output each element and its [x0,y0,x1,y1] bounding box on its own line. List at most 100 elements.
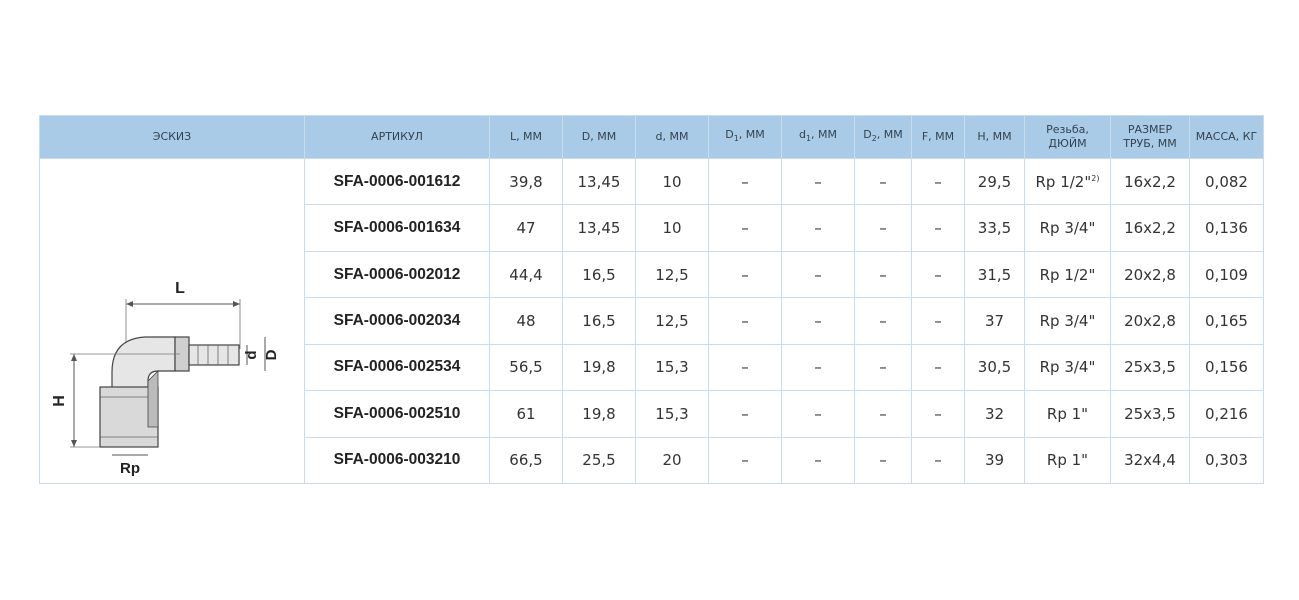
cell-L: 44,4 [489,250,563,299]
cell-article: SFA-0006-001612 [304,157,490,206]
cell-mass: 0,165 [1189,297,1264,345]
cell-mass: 0,082 [1189,157,1264,206]
cell-D2: – [854,297,912,345]
cell-H: 32 [964,390,1025,438]
cell-L: 61 [489,390,563,438]
cell-D1: – [708,297,782,345]
header-sketch: ЭСКИЗ [39,115,305,159]
sketch-label-L: L [175,280,185,297]
cell-H: 37 [964,297,1025,345]
cell-D: 19,8 [562,390,636,438]
header-D1: D1, ММ [708,115,782,159]
cell-d: 20 [635,436,709,485]
cell-D2: – [854,436,912,485]
cell-thread: Rp 1/2" [1024,250,1111,299]
cell-mass: 0,156 [1189,343,1264,392]
cell-article: SFA-0006-002534 [304,343,490,392]
cell-L: 48 [489,297,563,345]
cell-d: 12,5 [635,250,709,299]
cell-F: – [911,204,965,252]
cell-thread: Rp 3/4" [1024,204,1111,252]
cell-F: – [911,436,965,485]
sketch-label-H: H [51,395,68,407]
cell-F: – [911,390,965,438]
cell-L: 39,8 [489,157,563,206]
header-D: D, ММ [562,115,636,159]
cell-D1: – [708,157,782,206]
cell-d: 15,3 [635,343,709,392]
cell-thread: Rp 1" [1024,390,1111,438]
header-D2: D2, ММ [854,115,912,159]
cell-D1: – [708,204,782,252]
cell-d: 15,3 [635,390,709,438]
header-d: d, ММ [635,115,709,159]
table-row: L d D H Rp SFA-0006-001612 39,8 13,45 10… [39,157,1264,484]
spec-table: ЭСКИЗ АРТИКУЛ L, ММ D, ММ d, ММ D1, ММ d… [39,115,1264,485]
cell-H: 29,5 [964,157,1025,206]
cell-H: 39 [964,436,1025,485]
header-F: F, ММ [911,115,965,159]
cell-H: 30,5 [964,343,1025,392]
sketch-cell: L d D H Rp [39,158,305,484]
cell-pipe-size: 20x2,8 [1110,297,1190,345]
cell-pipe-size: 32x4,4 [1110,436,1190,485]
cell-D: 19,8 [562,343,636,392]
cell-d1: – [781,436,855,485]
cell-L: 47 [489,204,563,252]
elbow-fitting-sketch: L d D H Rp [51,280,280,477]
cell-L: 66,5 [489,436,563,485]
cell-d1: – [781,250,855,299]
header-H: H, ММ [964,115,1025,159]
cell-article: SFA-0006-002012 [304,250,490,299]
cell-pipe-size: 20x2,8 [1110,250,1190,299]
cell-H: 31,5 [964,250,1025,299]
cell-thread: Rp 3/4" [1024,297,1111,345]
cell-article: SFA-0006-001634 [304,204,490,252]
cell-F: – [911,297,965,345]
cell-D2: – [854,390,912,438]
cell-D2: – [854,157,912,206]
cell-d1: – [781,204,855,252]
cell-d: 10 [635,204,709,252]
header-L: L, ММ [489,115,563,159]
sketch-label-d: d [243,350,260,359]
cell-thread: Rp 3/4" [1024,343,1111,392]
header-article: АРТИКУЛ [304,115,490,159]
cell-article: SFA-0006-002034 [304,297,490,345]
cell-pipe-size: 25x3,5 [1110,343,1190,392]
cell-D2: – [854,250,912,299]
header-row: ЭСКИЗ АРТИКУЛ L, ММ D, ММ d, ММ D1, ММ d… [39,115,1264,159]
cell-F: – [911,343,965,392]
cell-pipe-size: 16x2,2 [1110,204,1190,252]
cell-D1: – [708,390,782,438]
cell-pipe-size: 25x3,5 [1110,390,1190,438]
cell-d1: – [781,157,855,206]
cell-d1: – [781,343,855,392]
cell-mass: 0,109 [1189,250,1264,299]
cell-D: 13,45 [562,204,636,252]
cell-thread: Rp 1/2"2) [1024,157,1111,206]
header-thread: Резьба, ДЮЙМ [1024,115,1111,159]
cell-mass: 0,303 [1189,436,1264,485]
cell-d1: – [781,390,855,438]
sketch-label-Rp: Rp [120,460,140,477]
cell-F: – [911,157,965,206]
cell-L: 56,5 [489,343,563,392]
cell-D: 13,45 [562,157,636,206]
cell-H: 33,5 [964,204,1025,252]
cell-article: SFA-0006-003210 [304,436,490,485]
cell-F: – [911,250,965,299]
header-d1: d1, ММ [781,115,855,159]
cell-D1: – [708,436,782,485]
cell-d: 12,5 [635,297,709,345]
cell-d1: – [781,297,855,345]
cell-D: 16,5 [562,250,636,299]
cell-thread: Rp 1" [1024,436,1111,485]
cell-mass: 0,216 [1189,390,1264,438]
header-pipe-size: РАЗМЕР ТРУБ, ММ [1110,115,1190,159]
header-mass: МАССА, КГ [1189,115,1264,159]
cell-D1: – [708,343,782,392]
cell-article: SFA-0006-002510 [304,390,490,438]
cell-D2: – [854,204,912,252]
cell-pipe-size: 16x2,2 [1110,157,1190,206]
